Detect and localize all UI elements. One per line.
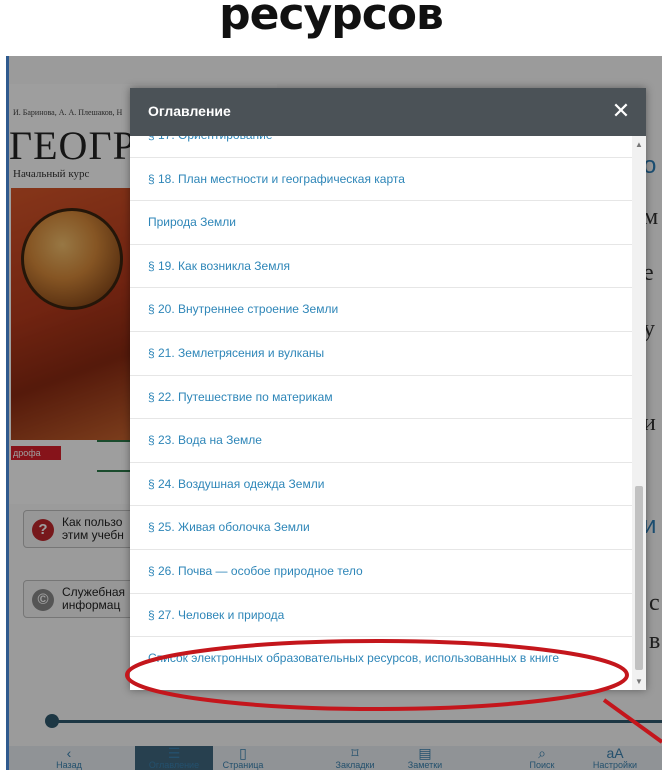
toc-list: § 17. Ориентирование § 18. План местност… xyxy=(130,136,632,690)
scrollbar-thumb[interactable] xyxy=(635,486,643,670)
toc-item[interactable]: § 20. Внутреннее строение Земли xyxy=(130,288,632,332)
toc-item[interactable]: § 26. Почва — особое природное тело xyxy=(130,550,632,594)
scroll-down-icon[interactable]: ▼ xyxy=(635,677,643,686)
slide-heading: ресурсов xyxy=(219,0,444,40)
toc-item[interactable]: Природа Земли xyxy=(130,201,632,245)
scroll-up-icon[interactable]: ▲ xyxy=(635,140,643,149)
toc-item[interactable]: § 25. Живая оболочка Земли xyxy=(130,506,632,550)
modal-title: Оглавление xyxy=(148,103,231,119)
toc-item[interactable]: § 22. Путешествие по материкам xyxy=(130,376,632,420)
toc-item[interactable]: § 24. Воздушная одежда Земли xyxy=(130,463,632,507)
modal-header: Оглавление ✕ xyxy=(130,88,646,136)
toc-item[interactable]: § 21. Землетрясения и вулканы xyxy=(130,332,632,376)
toc-item-resources[interactable]: Список электронных образовательных ресур… xyxy=(130,637,632,681)
toc-modal: Оглавление ✕ § 17. Ориентирование § 18. … xyxy=(130,88,646,690)
close-icon[interactable]: ✕ xyxy=(608,98,634,124)
toc-item[interactable]: § 17. Ориентирование xyxy=(130,136,632,158)
toc-item[interactable]: § 19. Как возникла Земля xyxy=(130,245,632,289)
toc-item[interactable]: § 23. Вода на Земле xyxy=(130,419,632,463)
toc-scrollbar[interactable]: ▲ ▼ xyxy=(632,136,646,690)
toc-item[interactable]: § 27. Человек и природа xyxy=(130,594,632,638)
toc-item[interactable]: § 18. План местности и географическая ка… xyxy=(130,158,632,202)
